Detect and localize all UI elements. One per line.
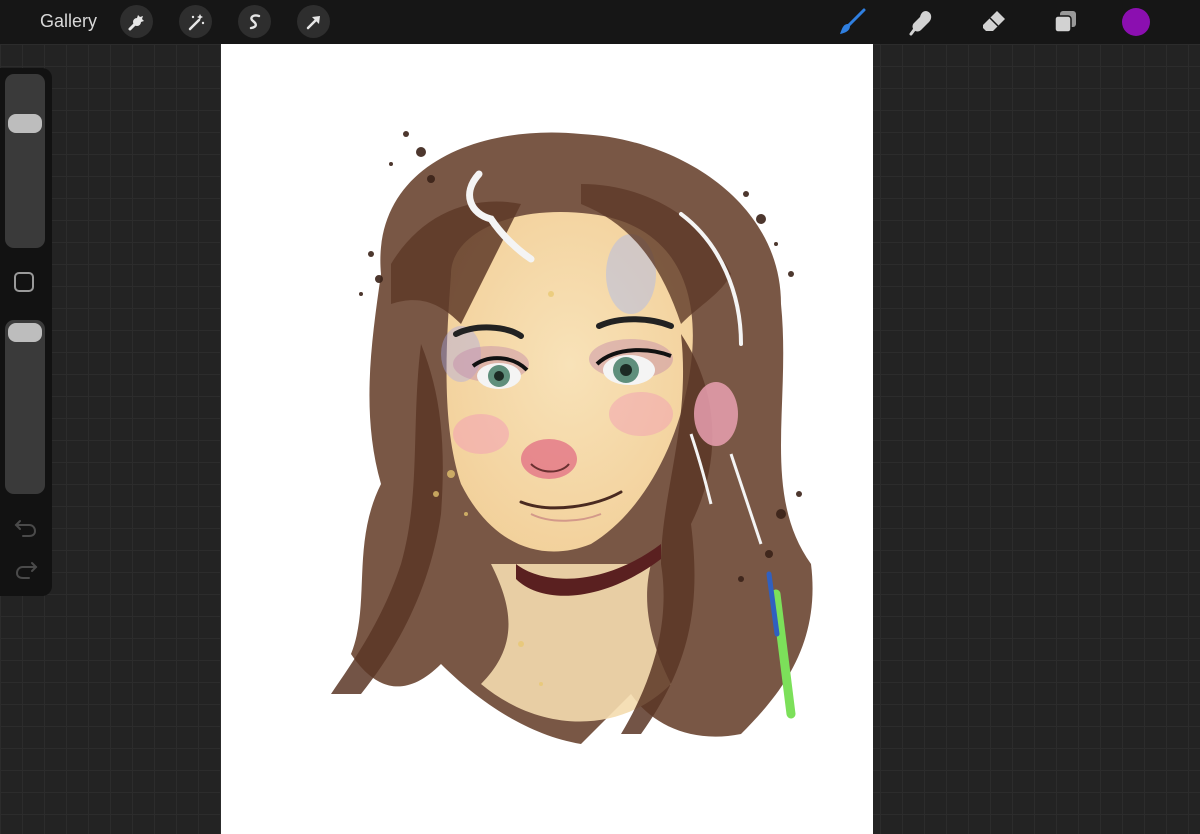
brush-size-slider[interactable]: [5, 74, 45, 248]
redo-button[interactable]: [13, 558, 39, 580]
brush-opacity-thumb[interactable]: [8, 323, 42, 342]
selection-button[interactable]: [238, 5, 271, 38]
eraser-icon: [983, 11, 1005, 31]
selection-icon: [249, 13, 260, 29]
portrait-artwork: [331, 131, 813, 745]
brush-icon: [840, 8, 866, 34]
modify-button[interactable]: [14, 272, 34, 292]
drawing-canvas[interactable]: [221, 44, 873, 834]
transform-arrow-icon: [306, 15, 320, 29]
redo-icon: [15, 562, 38, 579]
eraser-button[interactable]: [978, 6, 1010, 38]
wrench-icon: [128, 14, 144, 30]
layers-button[interactable]: [1049, 6, 1081, 38]
smudge-button[interactable]: [906, 6, 938, 38]
undo-icon: [14, 520, 37, 537]
undo-button[interactable]: [13, 516, 39, 538]
brush-button[interactable]: [836, 6, 868, 38]
magic-wand-icon: [188, 13, 204, 30]
color-picker-button[interactable]: [1122, 8, 1150, 36]
top-toolbar: Gallery: [0, 0, 1200, 44]
actions-button[interactable]: [120, 5, 153, 38]
brush-size-thumb[interactable]: [8, 114, 42, 133]
gallery-button[interactable]: Gallery: [40, 11, 97, 32]
adjustments-button[interactable]: [179, 5, 212, 38]
side-toolbar: [0, 68, 52, 596]
brush-opacity-slider[interactable]: [5, 320, 45, 494]
layers-icon: [1054, 11, 1076, 33]
smudge-icon: [909, 11, 932, 36]
transform-button[interactable]: [297, 5, 330, 38]
